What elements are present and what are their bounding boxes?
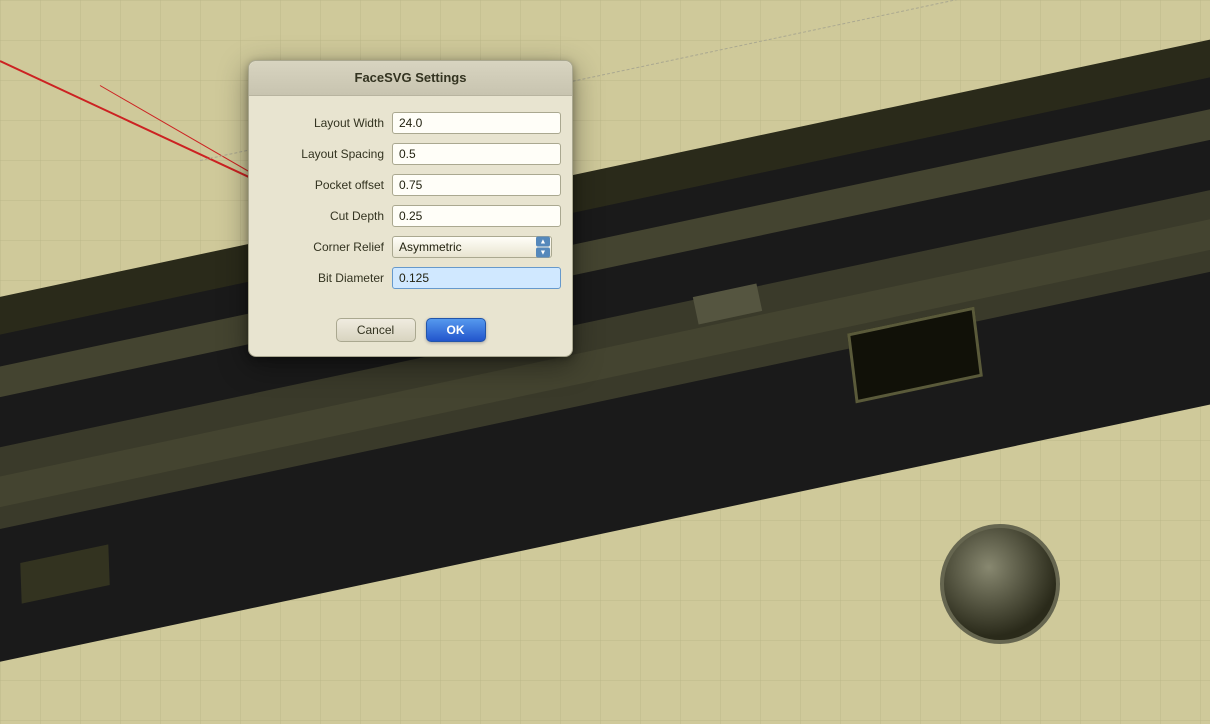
corner-relief-select-wrapper: None Symmetric Asymmetric Dogbone ▲ ▼ xyxy=(392,236,552,258)
dialog-title: FaceSVG Settings xyxy=(355,70,467,85)
corner-relief-row: Corner Relief None Symmetric Asymmetric … xyxy=(269,236,552,258)
layout-spacing-row: Layout Spacing xyxy=(269,143,552,165)
settings-dialog: FaceSVG Settings Layout Width Layout Spa… xyxy=(248,60,573,357)
modal-overlay: FaceSVG Settings Layout Width Layout Spa… xyxy=(0,0,1210,724)
corner-relief-label: Corner Relief xyxy=(269,240,384,254)
pocket-offset-label: Pocket offset xyxy=(269,178,384,192)
ok-button[interactable]: OK xyxy=(426,318,486,342)
bit-diameter-label: Bit Diameter xyxy=(269,271,384,285)
pocket-offset-input[interactable] xyxy=(392,174,561,196)
corner-relief-select[interactable]: None Symmetric Asymmetric Dogbone xyxy=(392,236,552,258)
cancel-button[interactable]: Cancel xyxy=(336,318,416,342)
cut-depth-input[interactable] xyxy=(392,205,561,227)
pocket-offset-row: Pocket offset xyxy=(269,174,552,196)
layout-width-row: Layout Width xyxy=(269,112,552,134)
layout-spacing-label: Layout Spacing xyxy=(269,147,384,161)
layout-spacing-input[interactable] xyxy=(392,143,561,165)
layout-width-input[interactable] xyxy=(392,112,561,134)
bit-diameter-row: Bit Diameter xyxy=(269,267,552,289)
dialog-body: Layout Width Layout Spacing Pocket offse… xyxy=(249,96,572,310)
bit-diameter-input[interactable] xyxy=(392,267,561,289)
cut-depth-row: Cut Depth xyxy=(269,205,552,227)
layout-width-label: Layout Width xyxy=(269,116,384,130)
dialog-titlebar: FaceSVG Settings xyxy=(249,61,572,96)
dialog-buttons: Cancel OK xyxy=(249,310,572,356)
cut-depth-label: Cut Depth xyxy=(269,209,384,223)
